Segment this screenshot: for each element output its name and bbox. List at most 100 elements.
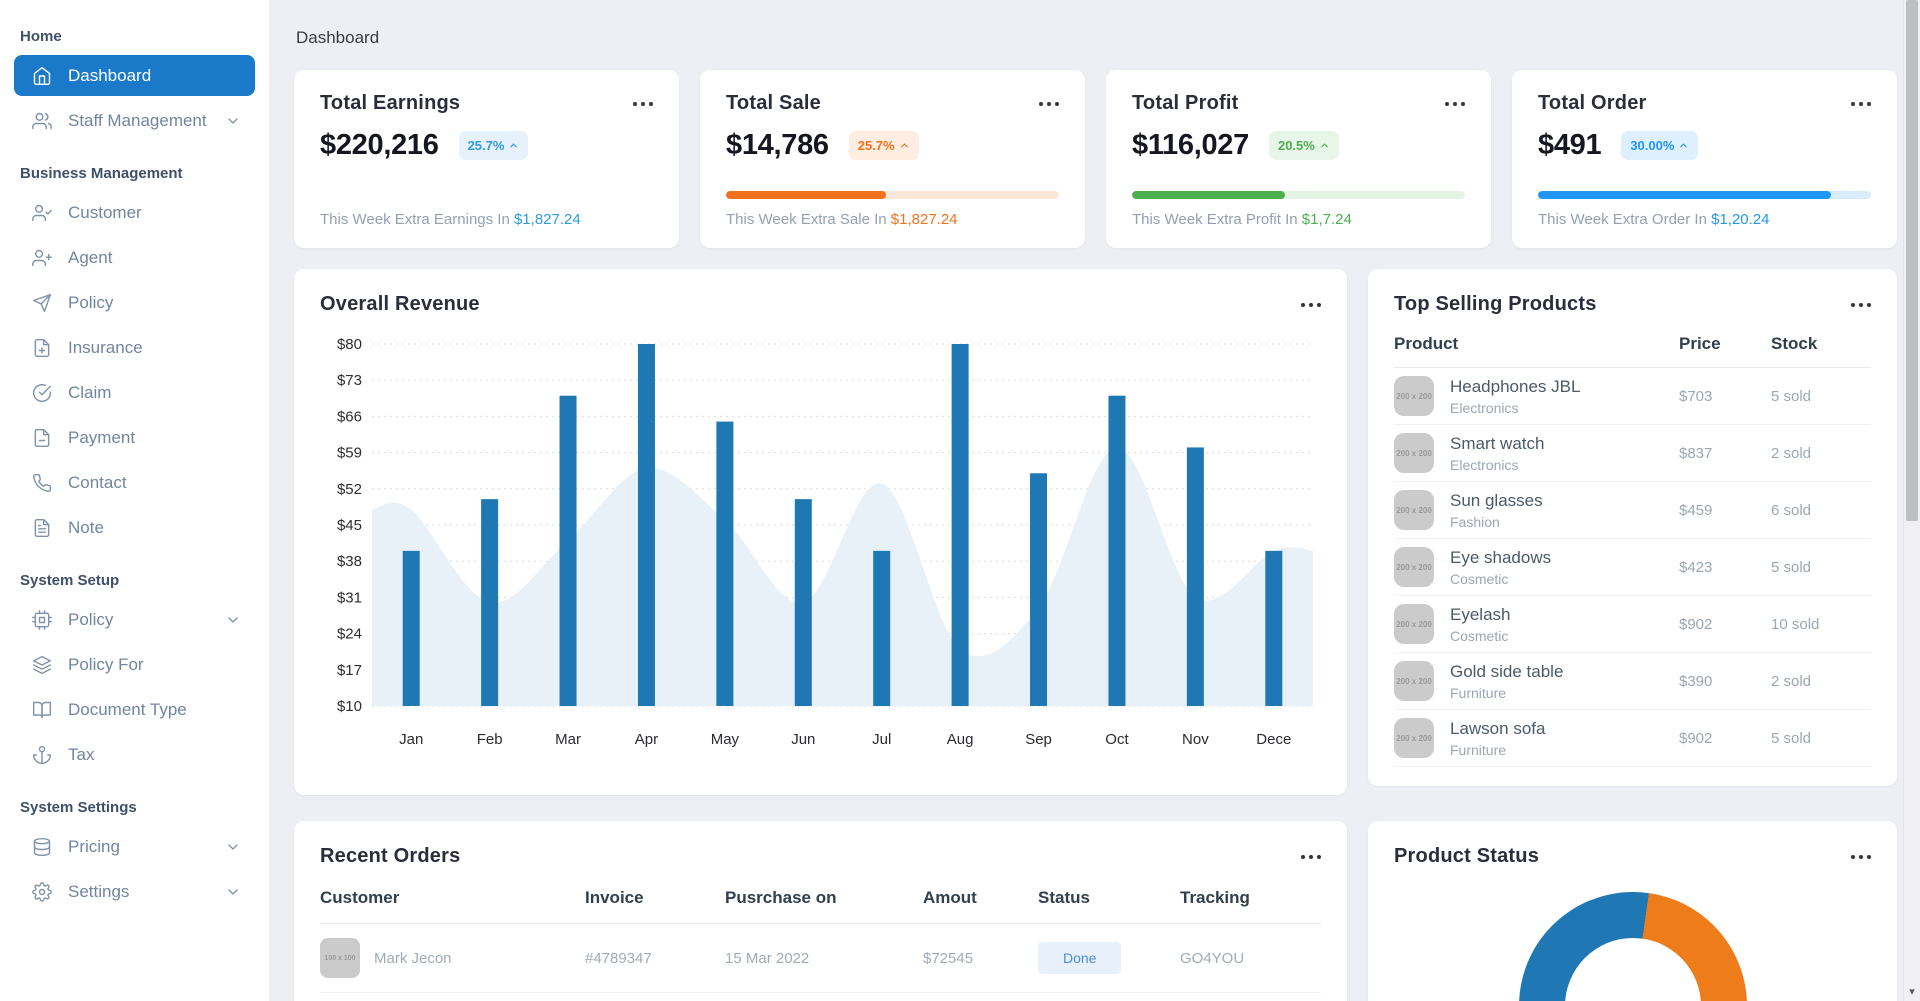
product-stock: 10 sold (1771, 615, 1820, 633)
more-options-icon[interactable] (1851, 851, 1871, 863)
sidebar-item-label: Document Type (68, 699, 187, 719)
sidebar-section-home: Home Dashboard Staff Management (0, 28, 269, 141)
product-row[interactable]: 200 x 200 Headphones JBL Electronics $703 5 … (1394, 368, 1871, 425)
svg-text:$10: $10 (337, 698, 362, 715)
product-cell: 200 x 200 Gold side table Furniture (1394, 661, 1679, 701)
sidebar-item-customer[interactable]: Customer (14, 192, 255, 233)
more-options-icon[interactable] (1301, 299, 1321, 311)
product-name: Smart watch (1450, 433, 1545, 453)
svg-text:Mar: Mar (555, 731, 581, 748)
trend-badge: 20.5% (1268, 131, 1339, 160)
sidebar-item-policy-for[interactable]: Policy For (14, 644, 255, 685)
sidebar-item-payment[interactable]: Payment (14, 417, 255, 458)
more-options-icon[interactable] (1301, 851, 1321, 863)
more-options-icon[interactable] (1851, 98, 1871, 110)
order-tracking: GO4YOU (1180, 949, 1245, 967)
stat-card-footer: This Week Extra Profit In $1,7.24 (1132, 211, 1465, 228)
sidebar-item-contact[interactable]: Contact (14, 462, 255, 503)
sidebar-item-pricing[interactable]: Pricing (14, 826, 255, 867)
column-header-customer: Customer (320, 888, 400, 907)
product-name: Eyelash (1450, 604, 1511, 624)
product-info: Headphones JBL Electronics (1450, 377, 1580, 416)
stat-card-footer: This Week Extra Sale In $1,827.24 (726, 211, 1059, 228)
sidebar-item-label: Policy (68, 609, 114, 629)
sidebar-item-label: Insurance (68, 337, 143, 357)
column-header-product: Product (1394, 334, 1459, 353)
product-cell: 200 x 200 Eyelash Cosmetic (1394, 604, 1679, 644)
more-options-icon[interactable] (1039, 98, 1059, 110)
product-cell: 200 x 200 Headphones JBL Electronics (1394, 376, 1679, 416)
sidebar-item-settings[interactable]: Settings (14, 871, 255, 912)
product-row[interactable]: 200 x 200 Lawson sofa Furniture $902 5 sold (1394, 710, 1871, 767)
trend-badge-value: 20.5% (1277, 138, 1315, 153)
trend-badge-value: 25.7% (467, 138, 505, 153)
svg-text:May: May (711, 731, 740, 748)
product-cell: 200 x 200 Lawson sofa Furniture (1394, 718, 1679, 758)
sidebar-item-label: Note (68, 517, 104, 537)
order-row[interactable]: 100 x 100 (320, 993, 1321, 1001)
order-row[interactable]: 100 x 100 Mark Jecon #4789347 15 Mar 2022 $7… (320, 924, 1321, 993)
sidebar-item-policy[interactable]: Policy (14, 599, 255, 640)
product-name: Headphones JBL (1450, 376, 1581, 396)
sidebar-section-system-settings: System Settings Pricing Settings (0, 799, 269, 912)
scrollbar-thumb[interactable] (1906, 0, 1918, 521)
product-name: Lawson sofa (1450, 718, 1546, 738)
sidebar-item-claim[interactable]: Claim (14, 372, 255, 413)
progress-bar-fill (726, 191, 886, 199)
svg-text:Dece: Dece (1256, 731, 1291, 748)
product-stock: 2 sold (1771, 444, 1812, 462)
recent-orders-table: Customer Invoice Pusrchase on Amout Status Tr… (320, 888, 1321, 1001)
sidebar-item-document-type[interactable]: Document Type (14, 689, 255, 730)
chevron-up-icon (1319, 140, 1330, 151)
cpu-icon (31, 609, 53, 631)
product-info: Gold side table Furniture (1450, 662, 1563, 701)
product-price: $902 (1679, 615, 1713, 633)
product-price: $459 (1679, 501, 1713, 519)
more-options-icon[interactable] (1851, 299, 1871, 311)
sidebar-item-dashboard[interactable]: Dashboard (14, 55, 255, 96)
svg-text:$38: $38 (337, 553, 362, 570)
product-row[interactable]: 200 x 200 Gold side table Furniture $390 2 s… (1394, 653, 1871, 710)
settings-icon (31, 881, 53, 903)
user-plus-icon (31, 247, 53, 269)
stat-card-footer: This Week Extra Order In $1,20.24 (1538, 211, 1871, 228)
sidebar-item-staff-management[interactable]: Staff Management (14, 100, 255, 141)
recent-orders-title: Recent Orders (320, 845, 461, 867)
svg-text:$17: $17 (337, 662, 362, 679)
product-row[interactable]: 200 x 200 Eye shadows Cosmetic $423 5 sold (1394, 539, 1871, 596)
sidebar-item-policy[interactable]: Policy (14, 282, 255, 323)
sidebar-item-agent[interactable]: Agent (14, 237, 255, 278)
product-category: Cosmetic (1450, 627, 1509, 644)
top-selling-products-panel: Top Selling Products Product Price Stock 20… (1368, 269, 1897, 786)
stat-card-value: $220,216 (320, 129, 439, 161)
layers-icon (31, 654, 53, 676)
sidebar-item-label: Tax (68, 744, 95, 764)
sidebar-item-note[interactable]: Note (14, 507, 255, 548)
product-cell: 200 x 200 Smart watch Electronics (1394, 433, 1679, 473)
product-stock: 5 sold (1771, 729, 1812, 747)
sidebar-item-tax[interactable]: Tax (14, 734, 255, 775)
progress-bar-fill (1132, 191, 1286, 199)
svg-text:Feb: Feb (477, 731, 503, 748)
product-price: $390 (1679, 672, 1713, 690)
scrollbar-down-arrow[interactable]: ▾ (1904, 985, 1920, 998)
product-row[interactable]: 200 x 200 Smart watch Electronics $837 2 sol… (1394, 425, 1871, 482)
product-row[interactable]: 200 x 200 Sun glasses Fashion $459 6 sold (1394, 482, 1871, 539)
stat-card-title: Total Sale (726, 92, 821, 114)
user-check-icon (31, 202, 53, 224)
product-status-donut-chart (1518, 892, 1747, 1001)
chevron-down-icon (225, 113, 241, 129)
product-row[interactable]: 200 x 200 Eyelash Cosmetic $902 10 sold (1394, 596, 1871, 653)
order-amount: $72545 (923, 949, 974, 967)
sidebar: Home Dashboard Staff Management Business Ma… (0, 0, 269, 1001)
more-options-icon[interactable] (1445, 98, 1465, 110)
stat-card-footer-amount: $1,7.24 (1301, 211, 1352, 228)
more-options-icon[interactable] (633, 98, 653, 110)
svg-text:$45: $45 (337, 517, 362, 534)
card-header: Total Order (1538, 92, 1871, 115)
column-header-pusrchase-on: Pusrchase on (725, 888, 837, 907)
svg-text:Jun: Jun (791, 731, 815, 748)
product-stock: 5 sold (1771, 558, 1812, 576)
scrollbar[interactable]: ▾ (1903, 0, 1920, 1001)
sidebar-item-insurance[interactable]: Insurance (14, 327, 255, 368)
